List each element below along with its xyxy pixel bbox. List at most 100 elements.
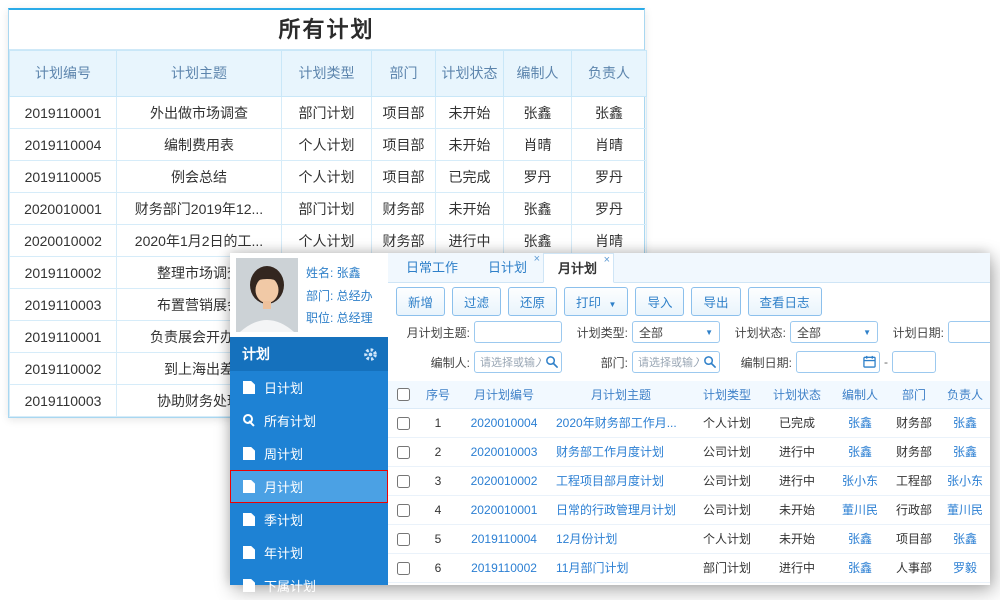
plan-type-cell: 公司计划 (692, 495, 762, 525)
table-row[interactable]: 2019110001 外出做市场调查 部门计划 项目部 未开始 张鑫 张鑫 (9, 96, 647, 129)
calendar-icon[interactable] (863, 355, 876, 368)
owner-link[interactable]: 张鑫 (940, 524, 990, 554)
row-checkbox[interactable] (396, 532, 410, 546)
plan-subject-link[interactable]: 11月部门计划 (550, 553, 692, 583)
owner-link[interactable]: 张小东 (940, 466, 990, 496)
sidebar-item[interactable]: 年计划 (230, 536, 388, 569)
gear-icon[interactable] (363, 347, 378, 362)
compiler-link[interactable]: 张鑫 (832, 524, 888, 554)
column-header: 计划状态 (762, 381, 832, 409)
select-all-checkbox[interactable] (396, 388, 410, 402)
toolbar-button[interactable]: 导入 (635, 286, 685, 316)
table-row[interactable]: 2020010001 财务部门2019年12... 部门计划 财务部 未开始 张… (9, 192, 647, 225)
plan-compiler-cell: 张鑫 (503, 96, 572, 129)
tab[interactable]: 日计划 × (474, 253, 543, 282)
plan-id-cell: 2020010001 (9, 192, 117, 225)
close-icon[interactable]: × (534, 254, 540, 265)
plan-subject-link[interactable]: 财务部工作月度计划 (550, 437, 692, 467)
toolbar-button[interactable]: 打印 ▼ (564, 286, 629, 316)
sidebar-item[interactable]: 周计划 (230, 437, 388, 470)
plan-subject-link[interactable]: 12月份计划 (550, 524, 692, 554)
toolbar-button[interactable]: 新增 (396, 286, 446, 316)
toolbar-button[interactable]: 过滤 (452, 286, 502, 316)
plan-id-link[interactable]: 2019110002 (458, 553, 550, 583)
plan-id-link[interactable]: 2020010004 (458, 408, 550, 438)
plan-type-cell: 公司计划 (692, 466, 762, 496)
compiler-link[interactable]: 张鑫 (832, 437, 888, 467)
sidebar-item[interactable]: 日计划 (230, 371, 388, 404)
owner-link[interactable]: 罗毅 (940, 553, 990, 583)
plan-subject-link[interactable]: 工程项目部月度计划 (550, 466, 692, 496)
plan-status-cell: 未开始 (435, 192, 504, 225)
range-separator: - (884, 355, 888, 369)
plan-subject-link[interactable]: 2020年财务部工作月... (550, 408, 692, 438)
status-filter-value: 全部 (797, 325, 822, 340)
column-header: 月计划编号 (458, 381, 550, 409)
sidebar-item-label: 日计划 (264, 381, 304, 396)
plan-status-cell: 进行中 (762, 553, 832, 583)
sidebar-item[interactable]: 季计划 (230, 503, 388, 536)
compiler-link[interactable]: 董川民 (832, 495, 888, 525)
row-checkbox[interactable] (396, 445, 410, 459)
tab[interactable]: 月计划 × (543, 253, 615, 283)
compiler-link[interactable]: 张小东 (832, 466, 888, 496)
table-row[interactable]: 2019110004 编制费用表 个人计划 项目部 未开始 肖晴 肖晴 (9, 128, 647, 161)
file-icon (243, 546, 255, 559)
owner-link[interactable]: 张鑫 (940, 408, 990, 438)
column-header: 计划类型 (692, 381, 762, 409)
table-row[interactable]: 4 2020010001 日常的行政管理月计划 公司计划 未开始 董川民 行政部… (388, 495, 990, 525)
compiler-link[interactable]: 张鑫 (832, 408, 888, 438)
toolbar-button[interactable]: 查看日志 (747, 286, 822, 316)
compiler-link[interactable]: 张鑫 (832, 553, 888, 583)
owner-link[interactable]: 张鑫 (940, 437, 990, 467)
plan-owner-cell: 肖晴 (571, 224, 647, 257)
tab[interactable]: 日常工作 (392, 253, 474, 282)
type-filter-select[interactable]: 全部 ▼ (632, 321, 720, 343)
row-checkbox[interactable] (396, 561, 410, 575)
table-row[interactable]: 2019110005 例会总结 个人计划 项目部 已完成 罗丹 罗丹 (9, 160, 647, 193)
plan-app-window: 姓名: 张鑫 部门: 总经办 职位: 总经理 计划 日计划 所有计划 周计划 月… (230, 253, 990, 594)
toolbar-button[interactable]: 还原 (508, 286, 558, 316)
file-icon (243, 447, 255, 460)
select-all-checkbox-cell (388, 381, 418, 409)
table-row[interactable]: 6 2019110002 11月部门计划 部门计划 进行中 张鑫 人事部 罗毅 (388, 553, 990, 583)
toolbar-button-label: 导出 (703, 295, 729, 310)
column-header: 计划类型 (281, 50, 372, 97)
sidebar-item[interactable]: 月计划 (230, 470, 388, 503)
search-icon[interactable] (545, 355, 558, 368)
sidebar-item[interactable]: 所有计划 (230, 404, 388, 437)
plan-subject-link[interactable]: 日常的行政管理月计划 (550, 495, 692, 525)
status-filter-select[interactable]: 全部 ▼ (790, 321, 878, 343)
plan-id-link[interactable]: 2019110004 (458, 524, 550, 554)
plan-id-link[interactable]: 2020010001 (458, 495, 550, 525)
close-icon[interactable]: × (604, 255, 610, 266)
compile-date-filter-label: 编制日期: (740, 355, 792, 370)
row-checkbox[interactable] (396, 503, 410, 517)
toolbar-button-label: 导入 (647, 295, 673, 310)
row-checkbox[interactable] (396, 416, 410, 430)
table-row[interactable]: 2020010002 2020年1月2日的工... 个人计划 财务部 进行中 张… (9, 224, 647, 257)
row-checkbox-cell (388, 524, 418, 554)
column-header: 计划主题 (116, 50, 282, 97)
sidebar-item-label: 季计划 (264, 513, 304, 528)
plan-type-cell: 个人计划 (692, 524, 762, 554)
search-icon[interactable] (703, 355, 716, 368)
toolbar-button[interactable]: 导出 (691, 286, 741, 316)
plan-subject-cell: 编制费用表 (116, 128, 282, 161)
row-checkbox[interactable] (396, 474, 410, 488)
table-row[interactable]: 5 2019110004 12月份计划 个人计划 未开始 张鑫 项目部 张鑫 (388, 524, 990, 554)
table-row[interactable]: 3 2020010002 工程项目部月度计划 公司计划 进行中 张小东 工程部 … (388, 466, 990, 496)
plan-owner-cell: 罗丹 (571, 160, 647, 193)
plan-date-filter-input[interactable] (948, 321, 990, 343)
plan-type-cell: 个人计划 (692, 408, 762, 438)
owner-link[interactable]: 董川民 (940, 495, 990, 525)
sidebar-item-label: 所有计划 (264, 414, 317, 429)
table-row[interactable]: 2 2020010003 财务部工作月度计划 公司计划 进行中 张鑫 财务部 张… (388, 437, 990, 467)
table-row[interactable]: 1 2020010004 2020年财务部工作月... 个人计划 已完成 张鑫 … (388, 408, 990, 438)
subject-filter-input[interactable] (474, 321, 562, 343)
plan-id-link[interactable]: 2020010003 (458, 437, 550, 467)
plan-id-link[interactable]: 2020010002 (458, 466, 550, 496)
compile-date-end-input[interactable] (892, 351, 936, 373)
plan-id-cell: 2020010002 (9, 224, 117, 257)
sidebar-item[interactable]: 下属计划 (230, 569, 388, 600)
